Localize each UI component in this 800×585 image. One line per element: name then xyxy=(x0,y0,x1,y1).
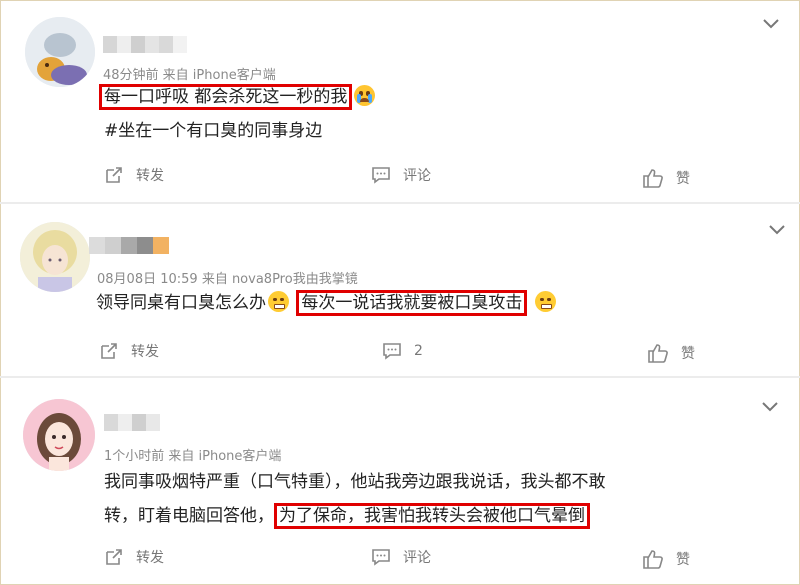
like-label: 赞 xyxy=(681,346,695,362)
awkward-smile-emoji-icon xyxy=(534,291,556,312)
repost-button[interactable]: 转发 xyxy=(104,165,164,185)
repost-icon xyxy=(106,549,122,565)
thumbs-up-icon xyxy=(643,550,663,569)
comment-button[interactable]: 评论 xyxy=(371,547,431,567)
crying-emoji-icon xyxy=(354,85,376,106)
username-blurred[interactable] xyxy=(89,237,169,254)
post-text-line-1: 领导同桌有口臭怎么办 每次一说话我就要被口臭攻击 xyxy=(96,290,558,316)
comment-post-2: 08月08日 10:59 来自 nova8Pro我由我掌镜 领导同桌有口臭怎么办… xyxy=(0,204,800,376)
awkward-smile-emoji-icon xyxy=(268,291,289,312)
highlighted-text: 每一口呼吸 都会杀死这一秒的我 xyxy=(99,84,353,110)
comment-icon xyxy=(372,549,390,566)
username-blurred[interactable] xyxy=(103,36,187,53)
repost-icon xyxy=(101,343,117,359)
chevron-down-icon[interactable] xyxy=(761,401,779,413)
repost-label: 转发 xyxy=(136,550,164,566)
comment-icon xyxy=(372,167,390,184)
repost-button[interactable]: 转发 xyxy=(99,341,159,361)
highlighted-text: 每次一说话我就要被口臭攻击 xyxy=(296,290,528,316)
like-label: 赞 xyxy=(676,552,690,568)
comment-button[interactable]: 2 xyxy=(382,341,423,361)
like-button[interactable]: 赞 xyxy=(642,168,690,188)
username-blurred[interactable] xyxy=(104,414,160,431)
post-text-line-1: 我同事吸烟特严重（口气特重），他站我旁边跟我说话，我头都不敢 xyxy=(104,472,606,492)
post-text-line-1: 每一口呼吸 都会杀死这一秒的我 xyxy=(99,84,377,110)
post-meta: 1个小时前 来自 iPhone客户端 xyxy=(104,449,282,464)
comment-button[interactable]: 评论 xyxy=(371,165,431,185)
highlighted-text: 为了保命，我害怕我转头会被他口气晕倒 xyxy=(274,503,590,529)
avatar[interactable] xyxy=(20,222,90,292)
post-meta: 08月08日 10:59 来自 nova8Pro我由我掌镜 xyxy=(97,272,358,287)
comment-label: 评论 xyxy=(403,168,431,184)
avatar[interactable] xyxy=(23,399,95,471)
repost-label: 转发 xyxy=(131,344,159,360)
like-label: 赞 xyxy=(676,171,690,187)
post-text: 领导同桌有口臭怎么办 xyxy=(96,293,266,313)
post-text-line-2[interactable]: #坐在一个有口臭的同事身边 xyxy=(104,119,322,143)
post-text-line-2: 转，盯着电脑回答他， 为了保命，我害怕我转头会被他口气晕倒 xyxy=(104,503,590,529)
post-text: 转，盯着电脑回答他， xyxy=(104,506,274,526)
avatar[interactable] xyxy=(25,17,95,87)
thumbs-up-icon xyxy=(643,169,663,188)
repost-icon xyxy=(106,167,122,183)
comment-count: 2 xyxy=(414,343,423,359)
comment-icon xyxy=(383,343,401,360)
repost-button[interactable]: 转发 xyxy=(104,547,164,567)
chevron-down-icon[interactable] xyxy=(768,224,786,236)
comment-label: 评论 xyxy=(403,550,431,566)
post-meta: 48分钟前 来自 iPhone客户端 xyxy=(103,68,276,83)
repost-label: 转发 xyxy=(136,168,164,184)
comment-post-1: 48分钟前 来自 iPhone客户端 每一口呼吸 都会杀死这一秒的我 #坐在一个… xyxy=(0,0,800,202)
like-button[interactable]: 赞 xyxy=(647,343,695,363)
like-button[interactable]: 赞 xyxy=(642,549,690,569)
chevron-down-icon[interactable] xyxy=(762,18,780,30)
thumbs-up-icon xyxy=(648,344,668,363)
comment-post-3: 1个小时前 来自 iPhone客户端 我同事吸烟特严重（口气特重），他站我旁边跟… xyxy=(0,378,800,585)
